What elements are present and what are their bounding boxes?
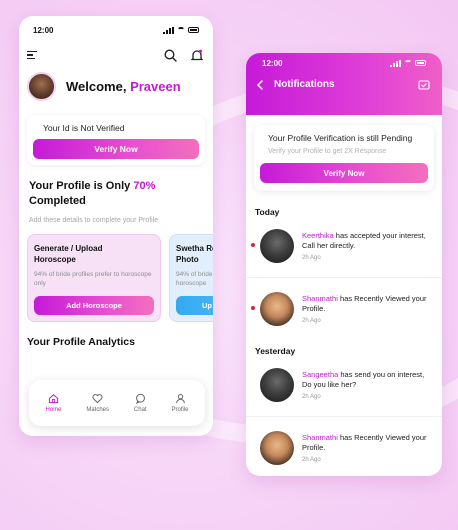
unread-dot — [251, 306, 255, 310]
nav-label: Chat — [133, 407, 147, 413]
avatar — [260, 229, 294, 263]
avatar — [260, 292, 294, 326]
bottom-nav: Home Matches Chat Profile — [29, 380, 205, 426]
nav-matches[interactable]: Matches — [86, 393, 109, 413]
notification-item[interactable]: Shanmathi has Recently Viewed your Profi… — [246, 423, 442, 473]
verify-now-button[interactable]: Verify Now — [260, 163, 428, 183]
status-icons — [390, 59, 426, 67]
notification-item[interactable]: Sangeetha has send you on interest, Do y… — [246, 360, 442, 410]
search-icon[interactable] — [164, 48, 177, 62]
notification-time: 2h Ago — [302, 394, 321, 401]
heart-icon — [92, 394, 103, 404]
wifi-icon — [404, 60, 412, 66]
divider — [246, 277, 442, 278]
notification-text: Sangeetha has send you on interest, Do y… — [302, 369, 425, 389]
divider — [246, 416, 442, 417]
chat-icon — [135, 393, 145, 404]
avatar — [260, 431, 294, 465]
notifications-header: 12:00 Notifications — [246, 53, 442, 115]
notifications-screen: 12:00 Notifications Your Profile Verific… — [246, 53, 442, 476]
profile-percent: 70% — [133, 180, 156, 192]
nav-label: Profile — [171, 407, 189, 413]
task-cards-row: Generate / Upload Horoscope 94% of bride… — [19, 233, 213, 322]
page-title: Notifications — [274, 79, 335, 90]
notification-item[interactable]: Keerthika has accepted your interest, Ca… — [246, 221, 442, 271]
profile-completion-title: Your Profile is Only 70% Completed — [29, 180, 156, 207]
section-yesterday: Yesterday — [255, 346, 296, 356]
nav-label: Matches — [86, 407, 110, 413]
status-time: 12:00 — [262, 58, 283, 68]
notification-time: 2h Ago — [302, 457, 321, 464]
notification-item[interactable]: Shanmathi has Recently Viewed your Profi… — [246, 284, 442, 334]
app-header — [19, 44, 213, 64]
signal-icon — [390, 59, 401, 67]
user-name: Praveen — [130, 79, 181, 94]
pending-title: Your Profile Verification is still Pendi… — [268, 133, 413, 143]
home-icon — [48, 393, 59, 404]
notification-text: Shanmathi has Recently Viewed your Profi… — [302, 432, 427, 452]
bell-icon[interactable] — [191, 49, 203, 62]
wifi-icon — [177, 27, 185, 33]
unread-dot — [251, 243, 255, 247]
profile-subtitle: Add these details to complete your Profi… — [29, 216, 159, 224]
mark-read-icon[interactable] — [418, 79, 430, 90]
verify-card: Your Id is Not Verified Verify Now — [27, 115, 205, 165]
status-bar: 12:00 — [19, 16, 213, 44]
notification-text: Shanmathi has Recently Viewed your Profi… — [302, 293, 427, 313]
avatar[interactable] — [27, 72, 56, 101]
menu-icon[interactable] — [27, 50, 37, 60]
nav-chat[interactable]: Chat — [134, 393, 147, 413]
nav-label: Home — [45, 407, 62, 413]
horoscope-card: Generate / Upload Horoscope 94% of bride… — [27, 233, 161, 322]
signal-icon — [163, 26, 174, 34]
home-screen: 12:00 Welcome, Praveen Your Id is Not Ve… — [19, 16, 213, 436]
back-arrow-icon[interactable] — [256, 79, 264, 90]
avatar — [260, 368, 294, 402]
notification-time: 2h Ago — [302, 255, 321, 262]
battery-icon — [415, 60, 426, 66]
upload-photo-button[interactable]: Up — [176, 296, 213, 316]
verification-pending-card: Your Profile Verification is still Pendi… — [254, 125, 434, 191]
verify-now-button[interactable]: Verify Now — [33, 139, 199, 159]
welcome-title: Welcome, Praveen — [66, 79, 181, 94]
analytics-title: Your Profile Analytics — [27, 335, 135, 348]
battery-icon — [188, 27, 199, 33]
card-title: Swetha Re Photo — [176, 243, 213, 264]
add-horoscope-button[interactable]: Add Horoscope — [34, 296, 154, 316]
notification-text: Keerthika has accepted your interest, Ca… — [302, 230, 426, 250]
card-description: 94% of bride profiles prefer to horoscop… — [34, 271, 152, 288]
photo-card: Swetha Re Photo 94% of bride horoscope U… — [169, 233, 213, 322]
nav-profile[interactable]: Profile — [172, 393, 189, 413]
card-description: 94% of bride horoscope — [176, 271, 213, 288]
user-icon — [175, 393, 185, 404]
welcome-row: Welcome, Praveen — [19, 64, 213, 109]
pending-subtitle: Verify your Profile to get 2X Response — [268, 148, 387, 155]
nav-home[interactable]: Home — [45, 393, 61, 413]
card-title: Generate / Upload Horoscope — [34, 243, 103, 264]
status-bar: 12:00 — [246, 53, 442, 73]
section-today: Today — [255, 207, 280, 217]
status-icons — [163, 26, 199, 34]
verify-text: Your Id is Not Verified — [43, 123, 125, 133]
status-time: 12:00 — [33, 25, 54, 35]
notification-time: 2h Ago — [302, 318, 321, 325]
